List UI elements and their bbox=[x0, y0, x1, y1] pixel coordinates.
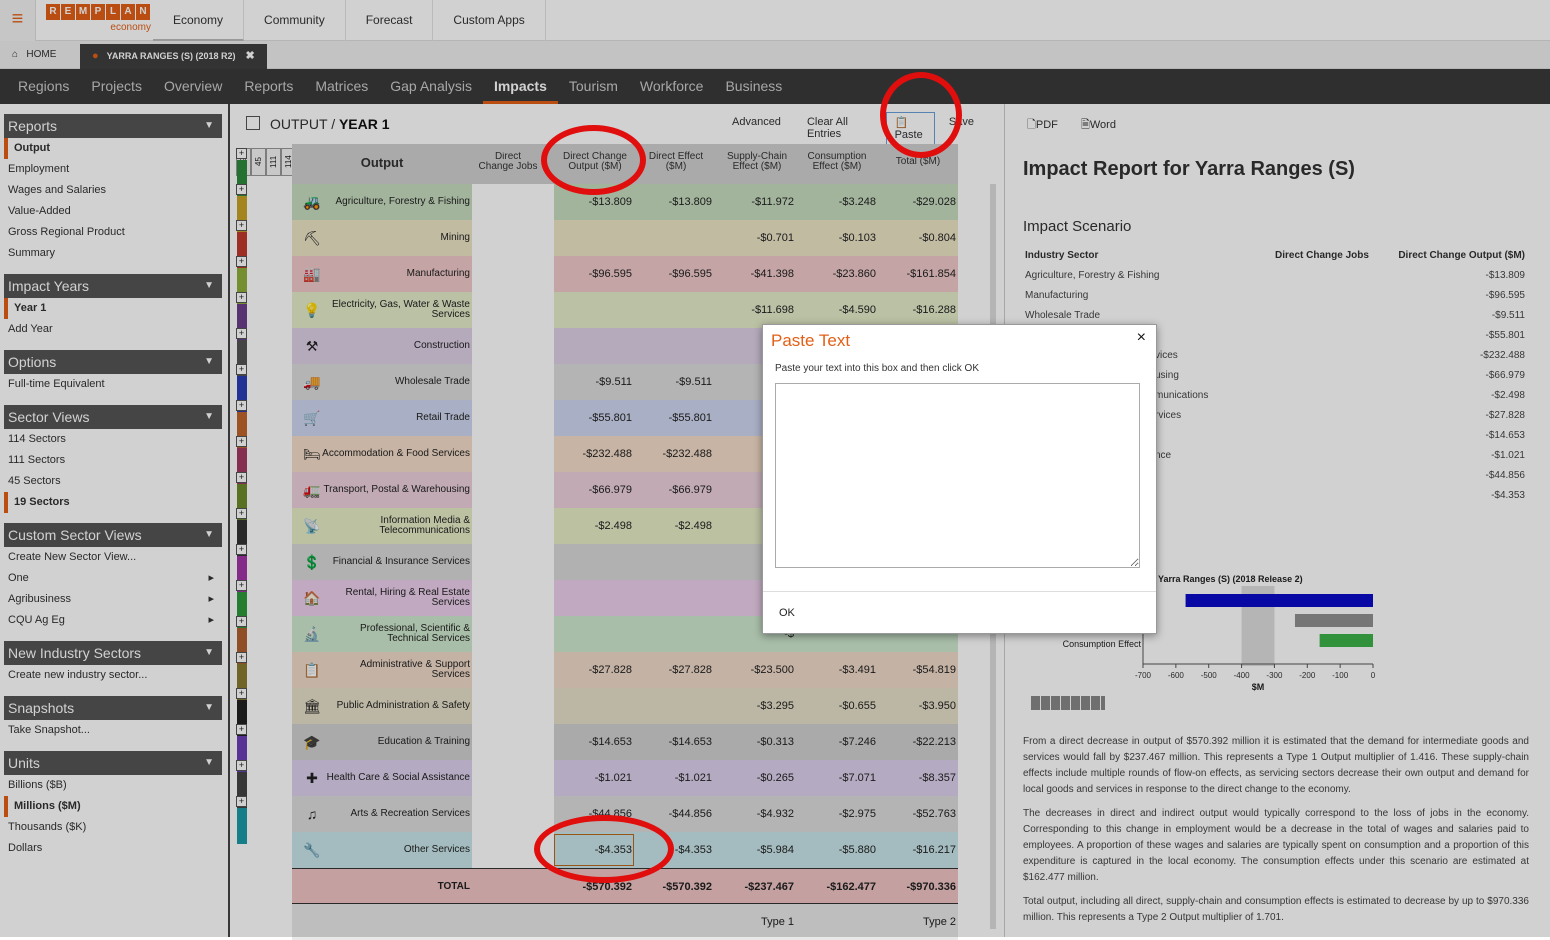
dialog-title: Paste Text bbox=[771, 331, 851, 350]
close-icon[interactable]: × bbox=[1137, 329, 1146, 347]
paste-textarea[interactable] bbox=[775, 383, 1140, 568]
dialog-instruction: Paste your text into this box and then c… bbox=[775, 363, 979, 374]
paste-text-dialog: Paste Text × Paste your text into this b… bbox=[762, 324, 1157, 634]
annotation-circle-header bbox=[541, 125, 646, 195]
annotation-circle-paste bbox=[880, 72, 962, 158]
annotation-circle-cell bbox=[534, 815, 674, 883]
ok-button[interactable]: OK bbox=[779, 607, 795, 619]
dialog-divider bbox=[763, 591, 1156, 592]
